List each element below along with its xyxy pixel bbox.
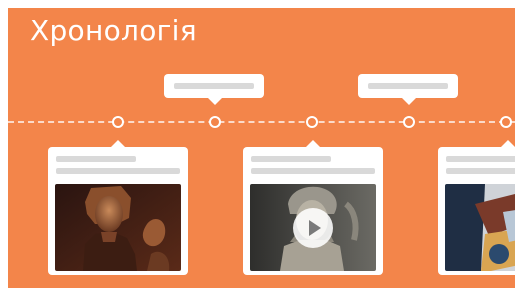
callout-text-placeholder (174, 83, 254, 89)
timeline-card[interactable] (438, 140, 515, 275)
timeline-line (8, 121, 515, 123)
timeline-dot[interactable] (112, 116, 124, 128)
timeline-dot[interactable] (403, 116, 415, 128)
timeline-callout[interactable] (164, 74, 264, 105)
callout-text-placeholder (368, 83, 448, 89)
card-title-placeholder (446, 156, 515, 162)
card-text-placeholder (56, 168, 180, 174)
screen: Хронологія (0, 0, 519, 296)
greek-bust-video[interactable] (250, 184, 376, 271)
card-title-placeholder (251, 156, 331, 162)
card-title-placeholder (56, 156, 136, 162)
page-title: Хронологія (30, 14, 197, 47)
timeline-panel: Хронологія (8, 8, 515, 288)
timeline-callout[interactable] (358, 74, 458, 105)
egyptian-bust-image (55, 184, 181, 271)
timeline-dot[interactable] (500, 116, 512, 128)
timeline-card[interactable] (48, 140, 188, 275)
card-text-placeholder (446, 168, 515, 174)
timeline-dot[interactable] (306, 116, 318, 128)
card-text-placeholder (251, 168, 375, 174)
timeline-dot[interactable] (209, 116, 221, 128)
abstract-sculpture-image (445, 184, 515, 271)
play-icon[interactable] (293, 208, 333, 248)
timeline-card[interactable] (243, 140, 383, 275)
